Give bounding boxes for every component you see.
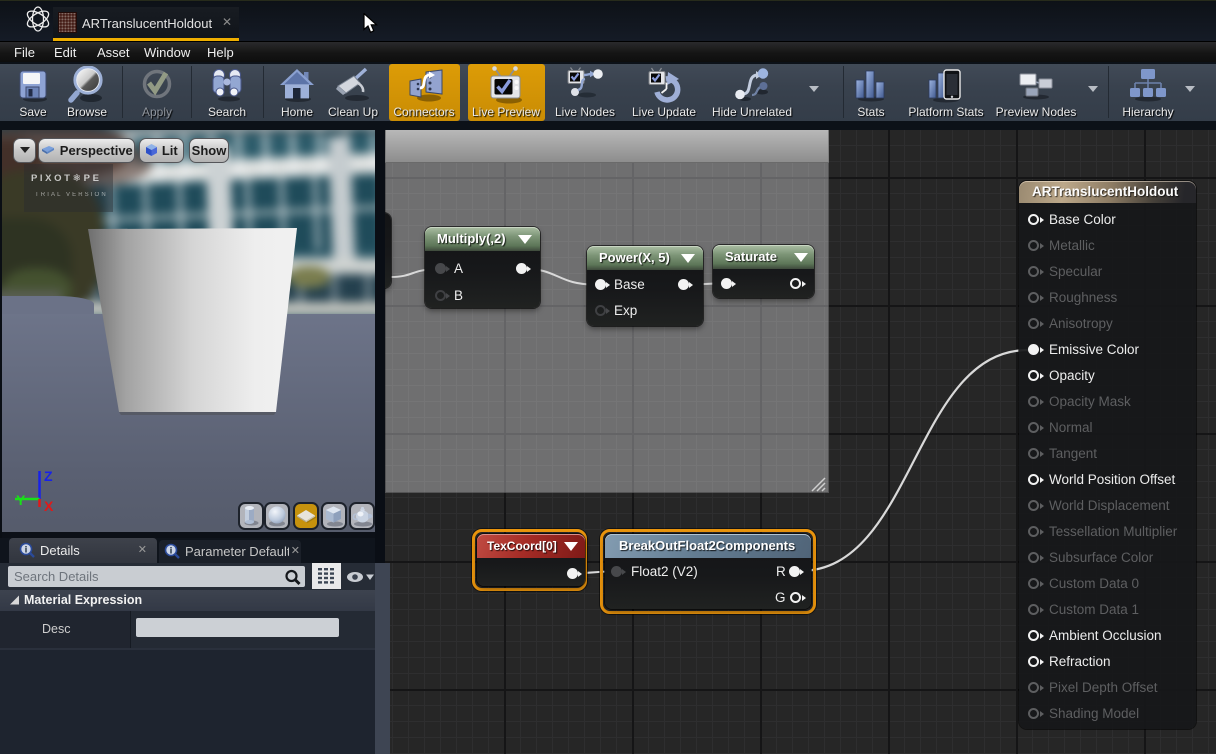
svg-text:Z: Z: [44, 468, 53, 484]
svg-text:i: i: [25, 545, 28, 555]
svg-text:i: i: [170, 546, 173, 556]
svg-text:Y: Y: [16, 492, 26, 508]
svg-text:X: X: [44, 498, 54, 514]
